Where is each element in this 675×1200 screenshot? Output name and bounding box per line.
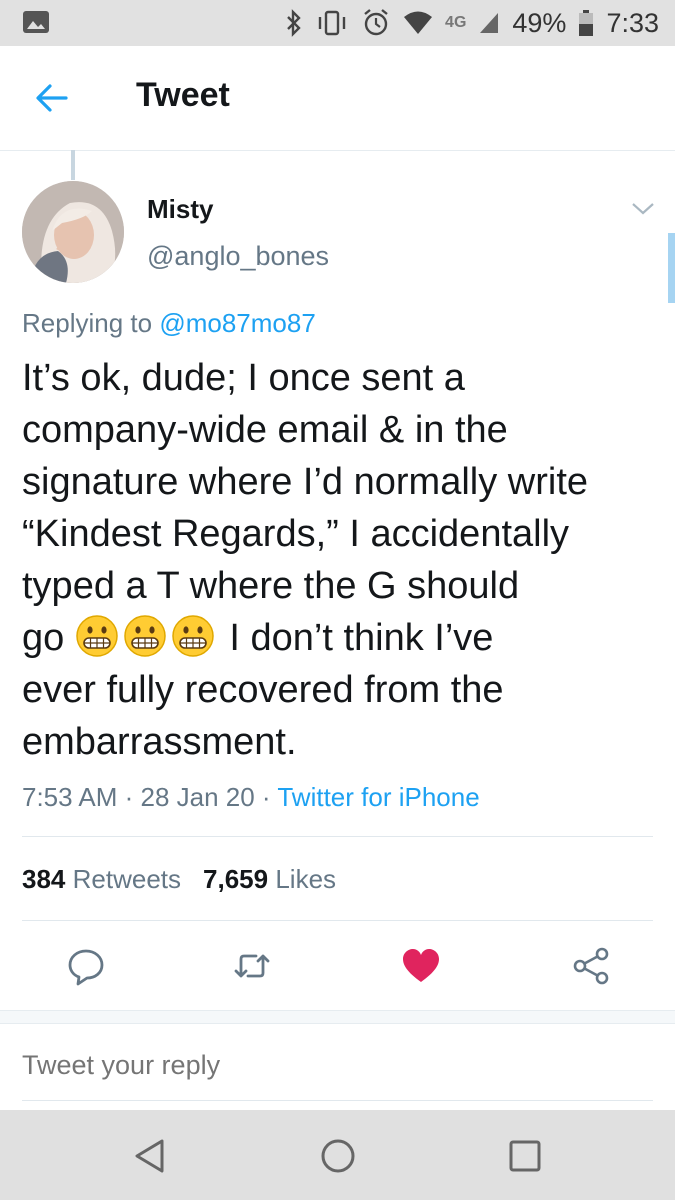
retweets-label: Retweets: [72, 864, 182, 894]
signal-icon: [478, 11, 500, 35]
vibrate-icon: [315, 9, 349, 37]
likes-label: Likes: [275, 864, 337, 894]
grimacing-emoji: [76, 615, 118, 657]
tweet-line: It’s ok, dude; I once sent a: [22, 357, 465, 399]
gallery-notification-icon: [23, 11, 49, 33]
network-type-icon: 4G: [445, 14, 467, 31]
page-title: Tweet: [136, 76, 230, 114]
battery-icon: [578, 9, 594, 37]
nav-back-icon[interactable]: [130, 1136, 170, 1176]
grimacing-emoji: [172, 615, 214, 657]
battery-percent: 49%: [512, 7, 567, 38]
reply-icon[interactable]: [66, 946, 106, 986]
scrollbar-thumb[interactable]: [668, 233, 675, 303]
bluetooth-icon: [285, 9, 303, 37]
replying-prefix: Replying to: [22, 308, 160, 338]
retweet-icon[interactable]: [232, 946, 272, 986]
tweet-text: It’s ok, dude; I once sent a company-wid…: [22, 352, 662, 768]
tweet-line: embarrassment.: [22, 721, 297, 763]
alarm-icon: [361, 8, 391, 38]
tweet-timestamp: 7:53 AM · 28 Jan 20 ·: [22, 782, 278, 812]
tweet-line: typed a T where the G should: [22, 565, 520, 607]
wifi-icon: [403, 10, 433, 36]
clock: 7:33: [606, 7, 659, 38]
tweet-stats: 384 Retweets 7,659 Likes: [22, 864, 336, 895]
back-arrow-icon[interactable]: [34, 80, 70, 116]
retweets-count: 384: [22, 864, 66, 894]
divider: [22, 1100, 653, 1101]
tweet-line: company-wide email & in the: [22, 409, 508, 451]
tweet-line: “Kindest Regards,” I accidentally: [22, 513, 570, 555]
likes-stat[interactable]: 7,659 Likes: [203, 864, 336, 894]
tweet-line: I don’t think I’ve: [229, 617, 494, 659]
tweet-line: go: [22, 617, 65, 659]
author-handle[interactable]: @anglo_bones: [147, 241, 329, 272]
reply-input[interactable]: [22, 1050, 653, 1081]
tweet-line: signature where I’d normally write: [22, 461, 589, 503]
divider: [22, 836, 653, 837]
retweets-stat[interactable]: 384 Retweets: [22, 864, 181, 894]
tweet-meta: 7:53 AM · 28 Jan 20 · Twitter for iPhone: [22, 782, 480, 813]
thread-connector: [71, 150, 75, 180]
heart-icon[interactable]: [401, 946, 441, 986]
status-bar: 4G 49% 7:33: [0, 0, 675, 46]
section-divider: [0, 1010, 675, 1024]
nav-recents-icon[interactable]: [505, 1136, 545, 1176]
author-name[interactable]: Misty: [147, 194, 213, 225]
app-header: Tweet: [0, 46, 675, 151]
tweet-line-with-emoji: go I don’t think I’ve: [22, 612, 662, 664]
tweet-source-link[interactable]: Twitter for iPhone: [277, 782, 479, 812]
tweet-line: ever fully recovered from the: [22, 669, 504, 711]
replying-to-mention[interactable]: @mo87mo87: [159, 308, 315, 338]
likes-count: 7,659: [203, 864, 269, 894]
replying-to: Replying to @mo87mo87: [22, 308, 316, 339]
grimacing-emoji: [124, 615, 166, 657]
avatar[interactable]: [22, 181, 124, 283]
divider: [22, 920, 653, 921]
system-nav-bar: [0, 1110, 675, 1200]
nav-home-icon[interactable]: [318, 1136, 358, 1176]
share-icon[interactable]: [571, 946, 611, 986]
caret-down-icon[interactable]: [630, 200, 656, 218]
